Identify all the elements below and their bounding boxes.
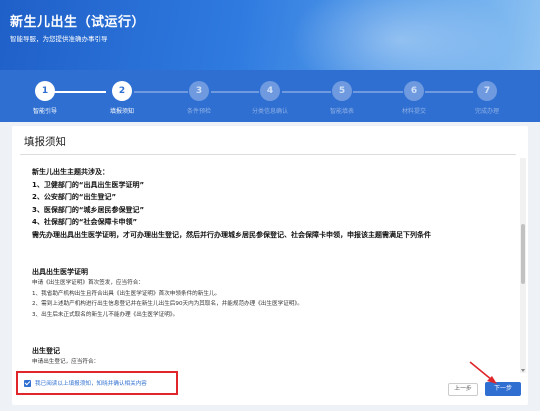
step-2[interactable]: 2 填报须知	[92, 81, 152, 115]
section-line: 申请出生登记，应当符合：	[32, 359, 100, 365]
intro-line: 需先办理出具出生医学证明，才可办理出生登记，然后并行办理城乡居民参保登记、社会保…	[32, 230, 431, 239]
step-7-label: 完成办理	[474, 108, 499, 115]
step-7[interactable]: 7 完成办理	[457, 81, 517, 115]
section-line: 申请《出生医学证明》首次签发，应当符合：	[32, 280, 144, 286]
panel-title: 填报须知	[24, 136, 66, 148]
step-5-number: 5	[332, 81, 352, 101]
intro-line: 2、公安部门的“出生登记”	[32, 193, 117, 201]
section-heading-birth-certificate: 出具出生医学证明	[32, 268, 88, 276]
banner-decoration	[290, 0, 510, 70]
step-4-number: 4	[260, 81, 280, 101]
step-4-label: 分类信息确认	[251, 108, 288, 115]
section-line: 1、我省助产机构出生且符合出具《出生医学证明》首次申领条件的新生儿。	[32, 290, 221, 297]
intro-line: 新生儿出生主题共涉及：	[32, 168, 109, 176]
section-heading-birth-registration: 出生登记	[32, 347, 60, 355]
step-3-label: 条件预检	[186, 108, 211, 115]
step-3-number: 3	[189, 81, 209, 101]
panel-divider	[20, 154, 516, 155]
section-line: 2、需到上述助产机构进行出生信息登记并在新生儿出生后90天内为其取名，并能规范办…	[32, 301, 303, 307]
confirm-checkbox-label[interactable]: 我已阅读以上填报须知，知晓并确认相关内容	[35, 379, 147, 387]
step-6-number: 6	[404, 81, 424, 101]
notice-content[interactable]: 新生儿出生主题共涉及： 1、卫健部门的“出具出生医学证明” 2、公安部门的“出生…	[32, 166, 522, 366]
step-2-number: 2	[112, 81, 132, 101]
step-1[interactable]: 1 智能引导	[15, 81, 75, 115]
step-progress-bar: 1 智能引导 2 填报须知 3 条件预检 4 分类信息确认 5 智能填表 6 材…	[0, 70, 540, 122]
step-7-number: 7	[477, 81, 497, 101]
scrollbar-thumb[interactable]	[521, 224, 525, 284]
step-1-label: 智能引导	[32, 108, 57, 115]
step-6[interactable]: 6 材料提交	[384, 81, 444, 115]
step-4[interactable]: 4 分类信息确认	[240, 81, 300, 115]
step-1-number: 1	[35, 81, 55, 101]
intro-line: 4、社保部门的“社会保障卡申领”	[32, 218, 138, 226]
intro-line: 3、医保部门的“城乡居民参保登记”	[32, 205, 145, 214]
intro-line: 1、卫健部门的“出具出生医学证明”	[32, 180, 145, 189]
page-subtitle: 智能导服，为您提供准确办事引导	[10, 35, 108, 43]
step-3[interactable]: 3 条件预检	[169, 81, 229, 115]
section-line: 3、出生后未正式取名的新生儿不能办理《出生医学证明》。	[32, 311, 179, 318]
header-banner: 新生儿出生（试运行） 智能导服，为您提供准确办事引导	[0, 0, 540, 70]
notice-panel: 填报须知 新生儿出生主题共涉及： 1、卫健部门的“出具出生医学证明” 2、公安部…	[12, 126, 528, 405]
step-2-label: 填报须知	[109, 108, 134, 115]
confirm-checkbox[interactable]	[24, 380, 31, 387]
page-title: 新生儿出生（试运行）	[10, 15, 146, 30]
step-6-label: 材料提交	[401, 108, 426, 115]
confirm-highlight-box: 我已阅读以上填报须知，知晓并确认相关内容	[16, 371, 178, 395]
previous-step-button[interactable]: 上一步	[448, 383, 478, 396]
scroll-down-icon[interactable]	[521, 369, 525, 372]
step-5-label: 智能填表	[329, 108, 354, 115]
step-5[interactable]: 5 智能填表	[312, 81, 372, 115]
content-scrollbar[interactable]	[520, 158, 526, 373]
next-step-button[interactable]: 下一步	[485, 382, 521, 396]
